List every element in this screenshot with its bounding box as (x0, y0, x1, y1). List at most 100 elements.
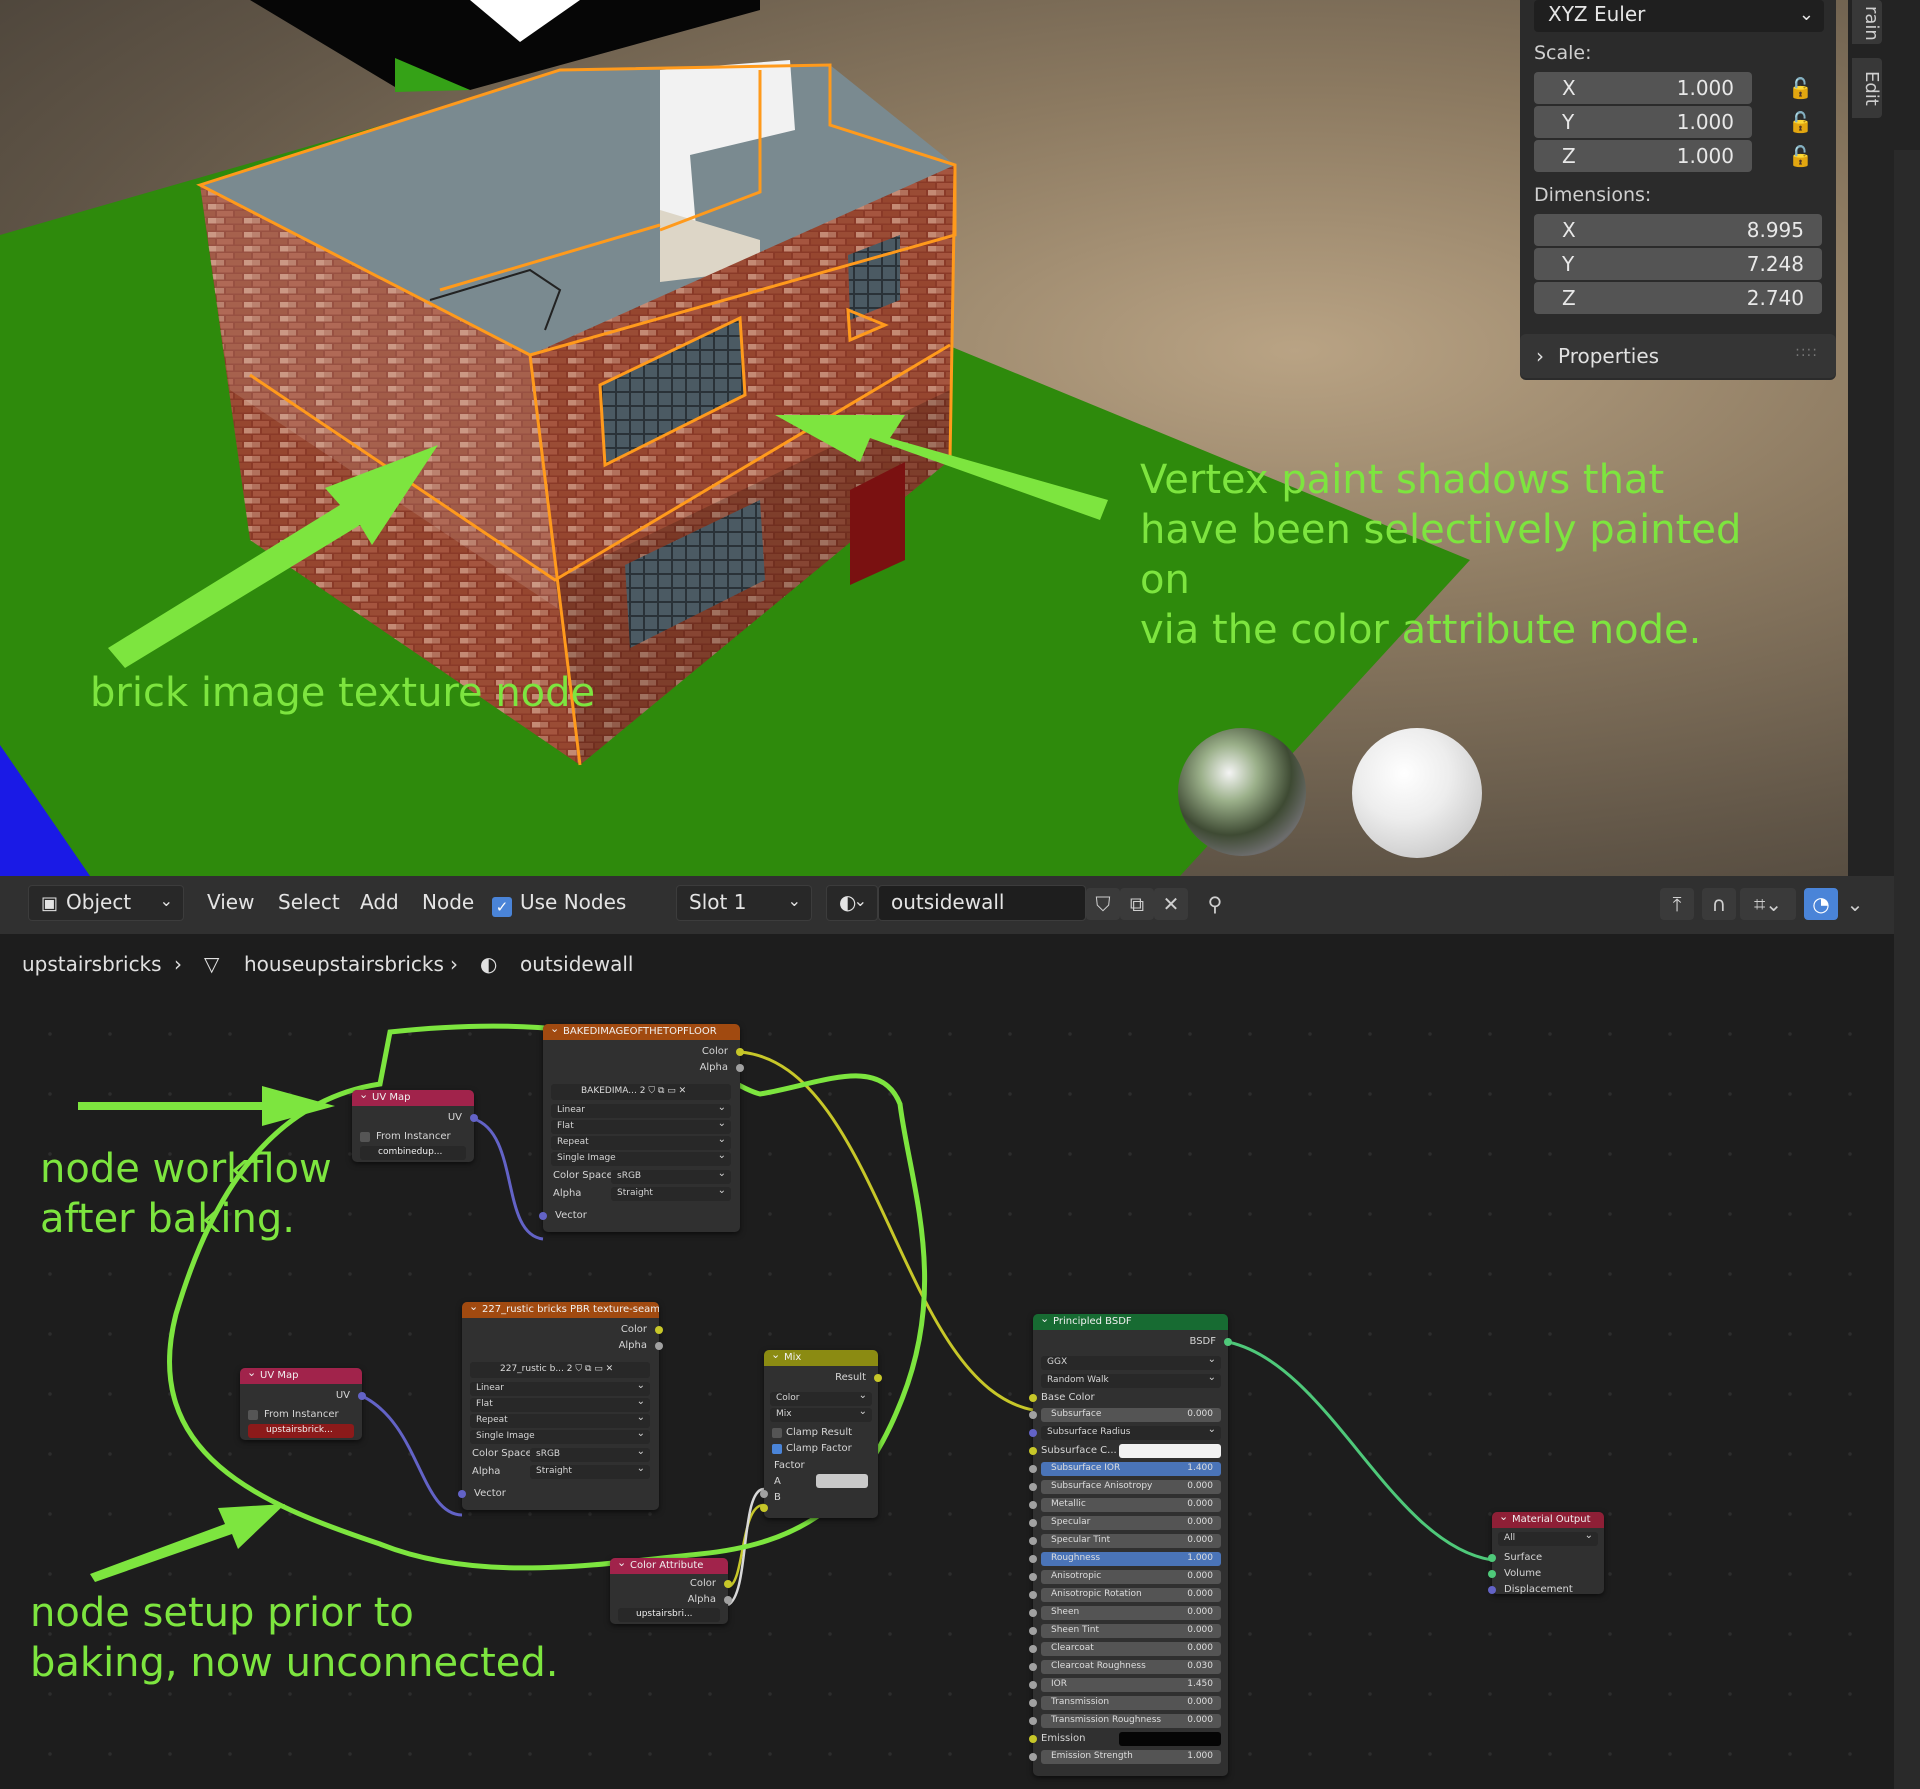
object-mode-select[interactable]: ▣ Object ⌄ (28, 885, 184, 921)
duplicate-material-icon[interactable]: ⧉ (1120, 888, 1154, 920)
output-socket-color[interactable] (655, 1326, 663, 1334)
bsdf-field-sheen[interactable]: Sheen 0.000 (1041, 1606, 1221, 1620)
projection-select[interactable]: Flat (551, 1120, 731, 1134)
bsdf-field-emission-strength[interactable]: Emission Strength 1.000 (1041, 1750, 1221, 1764)
bsdf-field-specular-tint[interactable]: Specular Tint 0.000 (1041, 1534, 1221, 1548)
output-socket-alpha[interactable] (736, 1064, 744, 1072)
bsdf-field-anisotropic-rotation[interactable]: Anisotropic Rotation 0.000 (1041, 1588, 1221, 1602)
interpolation-select[interactable]: Linear (470, 1382, 650, 1396)
bsdf-field-subsurface-anisotropy[interactable]: Subsurface Anisotropy 0.000 (1041, 1480, 1221, 1494)
menu-node[interactable]: Node (422, 890, 474, 914)
image-selector[interactable]: BAKEDIMA... 2 ⛉ ⧉ ▭ ✕ (551, 1084, 731, 1100)
source-select[interactable]: Single Image (470, 1430, 650, 1444)
output-socket-uv[interactable] (358, 1392, 366, 1400)
input-socket-factor[interactable] (760, 1490, 768, 1498)
uv-map-field[interactable]: combinedup... (360, 1146, 466, 1160)
node-uv-map-2[interactable]: UV Map UV From Instancer upstairsbrick..… (240, 1368, 366, 1440)
bsdf-field-ior[interactable]: IOR 1.450 (1041, 1678, 1221, 1692)
bsdf-field-transmission[interactable]: Transmission 0.000 (1041, 1696, 1221, 1710)
input-socket-field[interactable] (1029, 1573, 1037, 1581)
extension-select[interactable]: Repeat (470, 1414, 650, 1428)
subsurface-radius-select[interactable]: Subsurface Radius (1041, 1426, 1221, 1440)
input-socket-field[interactable] (1029, 1483, 1037, 1491)
input-socket-field[interactable] (1029, 1735, 1037, 1743)
color-space-select[interactable]: sRGB (530, 1448, 650, 1462)
properties-panel-header[interactable]: › Properties :::: (1520, 334, 1836, 378)
input-socket-displacement[interactable] (1488, 1586, 1496, 1594)
dimension-z-field[interactable]: Z 2.740 (1534, 282, 1822, 314)
input-socket-field[interactable] (1029, 1627, 1037, 1635)
scale-z-field[interactable]: Z 1.000 (1534, 140, 1752, 172)
tab-edit[interactable]: Edit (1852, 58, 1882, 118)
fake-user-shield-icon[interactable]: ⛉ (1086, 888, 1120, 920)
node-baked-image-texture[interactable]: BAKEDIMAGEOFTHETOPFLOOR Color Alpha BAKE… (539, 1024, 744, 1232)
menu-select[interactable]: Select (278, 890, 340, 914)
color-attribute-field[interactable]: upstairsbri... (618, 1608, 720, 1622)
lock-icon[interactable]: 🔓 (1788, 144, 1813, 168)
menu-add[interactable]: Add (360, 890, 399, 914)
tab-rain[interactable]: rain (1852, 0, 1882, 44)
input-socket-field[interactable] (1029, 1537, 1037, 1545)
bsdf-field-subsurface-ior[interactable]: Subsurface IOR 1.400 (1041, 1462, 1221, 1476)
input-socket-a[interactable] (760, 1504, 768, 1512)
input-socket-vector[interactable] (458, 1490, 466, 1498)
input-socket-field[interactable] (1029, 1519, 1037, 1527)
source-select[interactable]: Single Image (551, 1152, 731, 1166)
bsdf-field-metallic[interactable]: Metallic 0.000 (1041, 1498, 1221, 1512)
input-socket-field[interactable] (1029, 1429, 1037, 1437)
clamp-result-checkbox[interactable] (772, 1428, 782, 1438)
scale-y-field[interactable]: Y 1.000 (1534, 106, 1752, 138)
node-canvas[interactable]: node workflow after baking. node setup p… (0, 984, 1894, 1789)
input-socket-field[interactable] (1029, 1501, 1037, 1509)
interpolation-select[interactable]: Linear (551, 1104, 731, 1118)
input-socket-field[interactable] (1029, 1555, 1037, 1563)
input-socket-surface[interactable] (1488, 1554, 1496, 1562)
node-color-attribute[interactable]: Color Attribute Color Alpha upstairsbri.… (610, 1558, 732, 1624)
output-target-select[interactable]: All (1498, 1532, 1598, 1546)
input-socket-field[interactable] (1029, 1717, 1037, 1725)
material-slot-select[interactable]: Slot 1 ⌄ (676, 885, 812, 921)
image-selector[interactable]: 227_rustic b... 2 ⛉ ⧉ ▭ ✕ (470, 1362, 650, 1378)
lock-icon[interactable]: 🔓 (1788, 76, 1813, 100)
blend-mode-select[interactable]: Mix (770, 1408, 872, 1422)
dimension-x-field[interactable]: X 8.995 (1534, 214, 1822, 246)
node-mix[interactable]: Mix Result Color Mix Clamp Result Clamp … (760, 1350, 882, 1518)
3d-viewport[interactable]: Vertex paint shadows that have been sele… (0, 0, 1850, 876)
clamp-factor-checkbox[interactable] (772, 1444, 782, 1454)
use-nodes-checkbox[interactable]: ✓ Use Nodes (492, 890, 626, 917)
input-socket-field[interactable] (1029, 1663, 1037, 1671)
parent-node-tree-icon[interactable]: ⤒ (1660, 888, 1694, 920)
from-instancer-checkbox[interactable] (248, 1410, 258, 1420)
output-socket-alpha[interactable] (724, 1596, 732, 1604)
alpha-mode-select[interactable]: Straight (611, 1187, 731, 1201)
input-socket-volume[interactable] (1488, 1570, 1496, 1578)
dimension-y-field[interactable]: Y 7.248 (1534, 248, 1822, 280)
output-socket-alpha[interactable] (655, 1342, 663, 1350)
input-socket-field[interactable] (1029, 1447, 1037, 1455)
node-principled-bsdf[interactable]: Principled BSDF BSDF GGX Random Walk Bas… (1029, 1314, 1232, 1776)
distribution-select[interactable]: GGX (1041, 1356, 1221, 1370)
input-socket-field[interactable] (1029, 1753, 1037, 1761)
menu-view[interactable]: View (207, 890, 254, 914)
material-name-field[interactable]: outsidewall (878, 885, 1086, 921)
alpha-mode-select[interactable]: Straight (530, 1465, 650, 1479)
node-uv-map-1[interactable]: UV Map UV From Instancer combinedup... (352, 1090, 478, 1162)
bsdf-field-clearcoat[interactable]: Clearcoat 0.000 (1041, 1642, 1221, 1656)
output-socket-color[interactable] (736, 1048, 744, 1056)
bsdf-field-transmission-roughness[interactable]: Transmission Roughness 0.000 (1041, 1714, 1221, 1728)
bsdf-field-subsurface[interactable]: Subsurface 0.000 (1041, 1408, 1221, 1422)
output-socket-result[interactable] (874, 1374, 882, 1382)
snap-magnet-icon[interactable]: ∩ (1702, 888, 1736, 920)
color-swatch[interactable] (1119, 1732, 1221, 1746)
color-a-swatch[interactable] (816, 1474, 868, 1488)
input-socket-field[interactable] (1029, 1681, 1037, 1689)
output-socket-bsdf[interactable] (1224, 1338, 1232, 1346)
node-material-output[interactable]: Material Output All Surface Volume Displ… (1488, 1512, 1604, 1595)
bsdf-field-specular[interactable]: Specular 0.000 (1041, 1516, 1221, 1530)
extension-select[interactable]: Repeat (551, 1136, 731, 1150)
uv-map-field-missing[interactable]: upstairsbrick... (248, 1424, 354, 1438)
chevron-down-icon[interactable]: ⌄ (1838, 888, 1872, 920)
output-socket-color[interactable] (724, 1580, 732, 1588)
color-swatch[interactable] (1119, 1444, 1221, 1458)
overlays-icon[interactable]: ◔ (1804, 888, 1838, 920)
